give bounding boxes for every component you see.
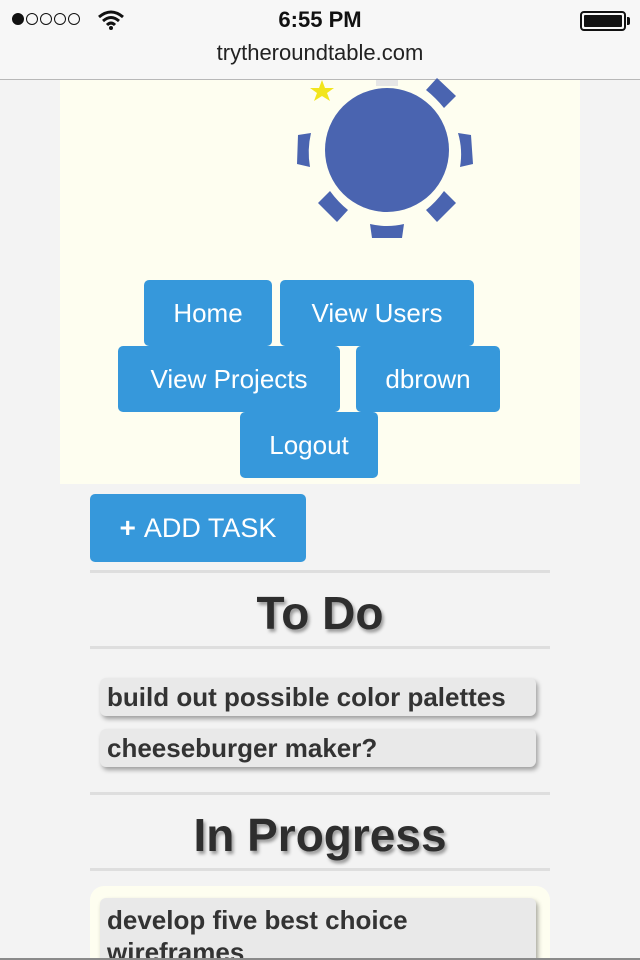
todo-task-item[interactable]: cheeseburger maker? — [100, 729, 536, 767]
divider — [90, 868, 550, 871]
nav-user-button[interactable]: dbrown — [356, 346, 500, 412]
add-task-label: ADD TASK — [143, 512, 277, 543]
todo-task-item[interactable]: build out possible color palettes — [100, 678, 536, 716]
nav-view-projects-button[interactable]: View Projects — [118, 346, 340, 412]
star-icon — [310, 80, 334, 101]
url-bar[interactable]: trytheroundtable.com — [0, 40, 640, 80]
add-task-button[interactable]: + ADD TASK — [90, 494, 306, 562]
in-progress-section-title: In Progress — [193, 809, 447, 861]
divider — [90, 792, 550, 795]
status-bar: 6:55 PM — [0, 0, 640, 40]
divider — [90, 570, 550, 573]
in-progress-task-item[interactable]: develop five best choice wireframes — [100, 898, 536, 960]
nav-logout-button[interactable]: Logout — [240, 412, 378, 478]
todo-section-title: To Do — [256, 587, 384, 639]
plus-icon: + — [119, 512, 136, 543]
battery-icon — [580, 11, 626, 31]
status-time: 6:55 PM — [278, 7, 362, 32]
sun-logo-icon — [297, 78, 473, 238]
nav-home-button[interactable]: Home — [144, 280, 272, 346]
header-panel: Home View Users View Projects dbrown Log… — [60, 78, 580, 484]
nav-view-users-button[interactable]: View Users — [280, 280, 474, 346]
divider — [90, 646, 550, 649]
battery-tip — [627, 17, 630, 25]
